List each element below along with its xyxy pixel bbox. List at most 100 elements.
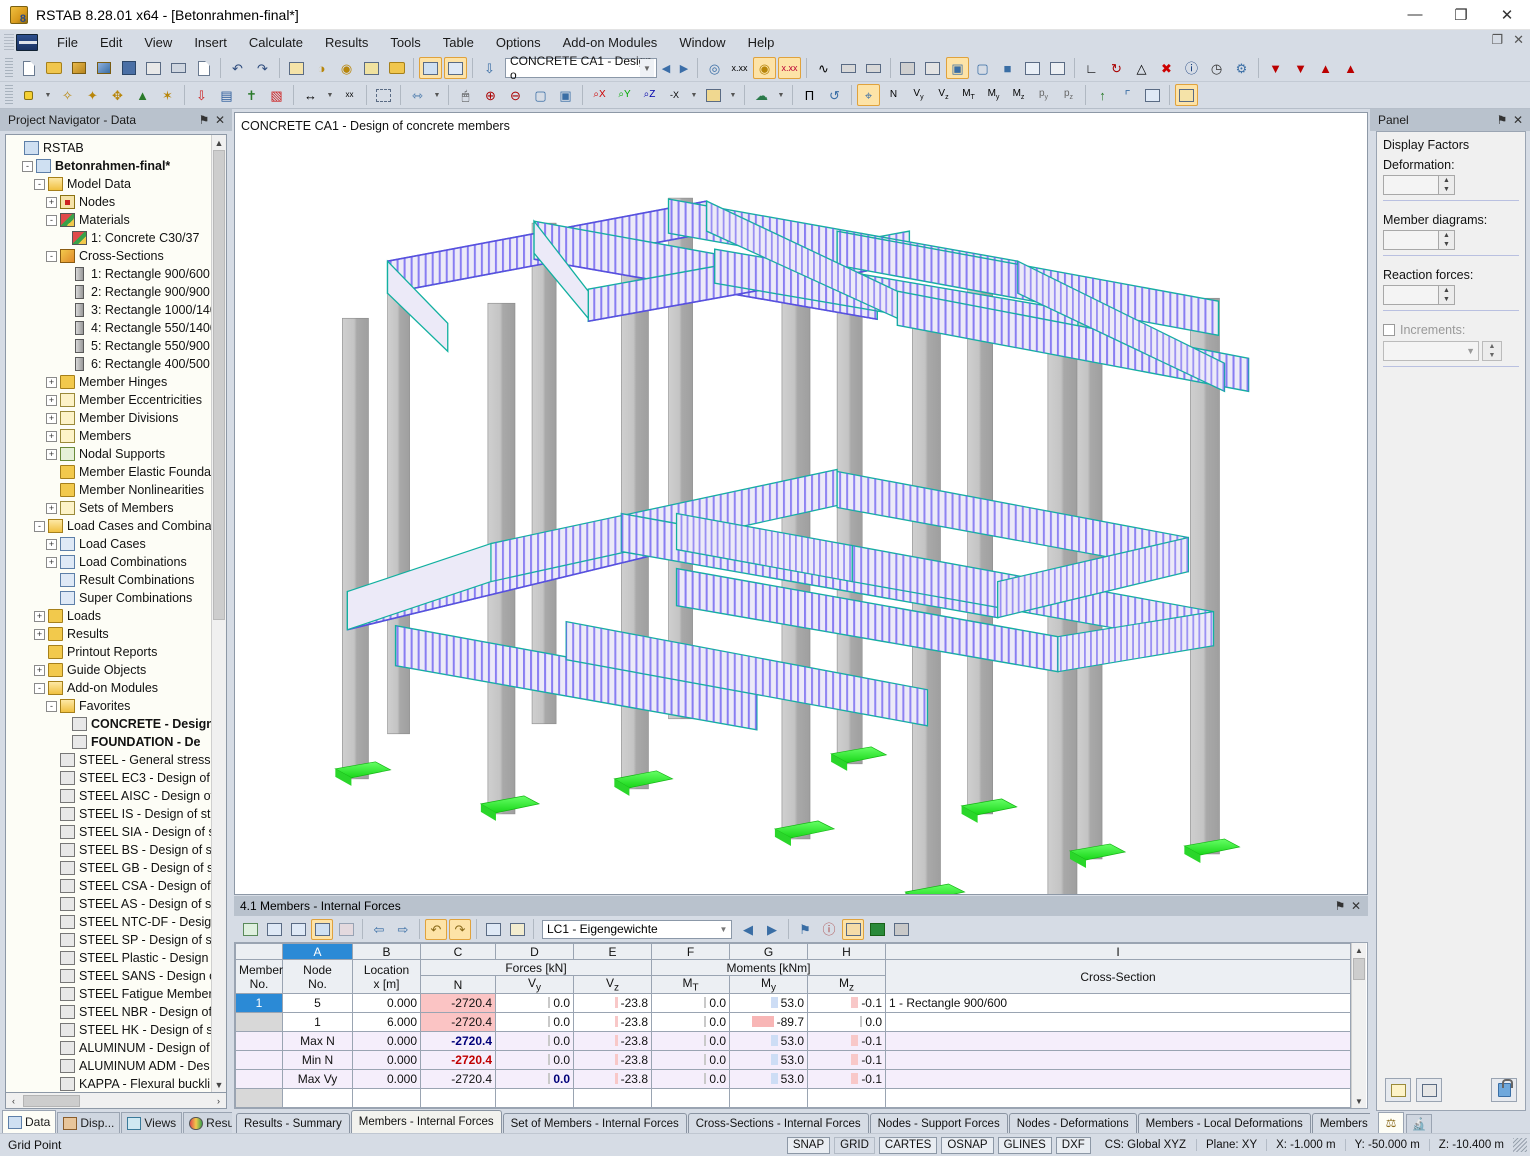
clipboard-icon[interactable] (142, 57, 165, 79)
tree-expander-icon[interactable]: - (46, 250, 57, 262)
tree-expander-icon[interactable]: - (46, 214, 57, 226)
select-window-icon[interactable] (360, 57, 383, 79)
cell-My[interactable]: 53.0 (729, 993, 808, 1014)
column-E[interactable]: E (573, 943, 652, 960)
tree-item-printout-reports[interactable]: Printout Reports (10, 643, 226, 661)
cell-My[interactable]: 53.0 (729, 1031, 808, 1052)
resize-grip[interactable] (1513, 1138, 1527, 1152)
cell-node-no[interactable]: Min N (282, 1050, 353, 1071)
tree-expander-icon[interactable]: + (46, 196, 57, 208)
tree-item-1-concrete-c30-37[interactable]: 1: Concrete C30/37 (10, 229, 226, 247)
spin-down-icon[interactable]: ▼ (1439, 295, 1454, 304)
spin-up-icon[interactable]: ▲ (1483, 342, 1501, 351)
nav-tab-display[interactable]: Disp... (57, 1112, 121, 1133)
row-header[interactable] (235, 1012, 283, 1033)
moment-My-icon[interactable]: My (982, 84, 1005, 106)
cell-location[interactable]: 0.000 (352, 1031, 421, 1052)
new-hinge-icon[interactable]: ✶ (156, 84, 179, 106)
table-colors-icon[interactable] (311, 918, 333, 940)
spin-down-icon[interactable]: ▼ (1439, 240, 1454, 249)
table-pin-icon[interactable]: ⚑ (1332, 898, 1348, 914)
reaction-forces-input[interactable] (1384, 286, 1438, 304)
cell-Vy[interactable]: 0.0 (495, 1050, 574, 1071)
clock-icon[interactable]: ◷ (1205, 57, 1228, 79)
undo-table-icon[interactable]: ↶ (425, 918, 447, 940)
cell-location[interactable]: 0.000 (352, 993, 421, 1014)
render-solid-icon[interactable]: ■ (996, 57, 1019, 79)
tree-item-foundation-de[interactable]: FOUNDATION - De (10, 733, 226, 751)
view-x-icon[interactable]: ⌕X (588, 84, 611, 106)
column-D[interactable]: D (495, 943, 574, 960)
navigator-close-icon[interactable]: ✕ (212, 112, 228, 128)
tree-item-member-divisions[interactable]: + Member Divisions (10, 409, 226, 427)
chevron-down-icon[interactable]: ▼ (640, 59, 654, 77)
tree-item-steel-aisc-design-of[interactable]: STEEL AISC - Design of (10, 787, 226, 805)
menu-addon-modules[interactable]: Add-on Modules (552, 32, 669, 53)
table-tab-nodes-support-forces[interactable]: Nodes - Support Forces (869, 1113, 1008, 1133)
cell-location[interactable]: 0.000 (352, 1069, 421, 1089)
prev-block-icon[interactable]: ⇦ (368, 919, 390, 940)
tree-item-steel-sp-design-of-ste[interactable]: STEEL SP - Design of ste (10, 931, 226, 949)
tree-item-steel-as-design-of-ste[interactable]: STEEL AS - Design of ste (10, 895, 226, 913)
copy-panel-button[interactable] (1416, 1078, 1442, 1102)
view-rotate-icon[interactable]: ◉ (335, 57, 358, 79)
tree-expander-icon[interactable]: + (34, 628, 45, 640)
scrollbar-thumb[interactable] (213, 150, 225, 620)
globe-view-icon[interactable]: ☁ (750, 84, 773, 106)
menu-window[interactable]: Window (668, 32, 736, 53)
zoom-all-icon[interactable]: ▣ (554, 84, 577, 106)
surface-mesh-icon[interactable] (896, 57, 919, 79)
torsion-MT-icon[interactable]: MT (957, 84, 980, 106)
results-grid-body[interactable]: 1 5 0.000 -2720.4 0.0 -23.8 0.0 53.0 -0.1 1 - Rec… (235, 993, 1351, 1108)
deformation-stepper[interactable]: ▲ ▼ (1383, 175, 1455, 195)
open-package-icon[interactable] (67, 57, 90, 79)
render-mode-icon[interactable] (702, 84, 725, 106)
deformation-py-icon[interactable]: py (1032, 84, 1055, 106)
column-F[interactable]: F (651, 943, 730, 960)
tree-item-guide-objects[interactable]: + Guide Objects (10, 661, 226, 679)
tree-item-result-combinations[interactable]: Result Combinations (10, 571, 226, 589)
results-grid-container[interactable]: A B C D E F G H I Member No. Node No. Lo… (234, 942, 1368, 1109)
new-node-icon[interactable] (17, 84, 40, 106)
panel-tab-microscope[interactable]: 🔬 (1406, 1114, 1432, 1133)
globe-dropdown-icon[interactable]: ▼ (775, 84, 787, 106)
table-grid-icon[interactable] (444, 57, 467, 79)
tree-expander-icon[interactable]: + (46, 502, 57, 514)
members-internal-forces-table[interactable]: A B C D E F G H I Member No. Node No. Lo… (235, 943, 1351, 1108)
copy-window-icon[interactable] (385, 57, 408, 79)
print-report-4-icon[interactable]: ▲ (1339, 57, 1362, 79)
tree-item-steel-ec3-design-of-s[interactable]: STEEL EC3 - Design of s (10, 769, 226, 787)
status-flag-glines[interactable]: GLINES (997, 1136, 1052, 1154)
new-line-icon[interactable]: ✥ (106, 84, 129, 106)
tree-expander-icon[interactable]: + (46, 448, 57, 460)
tree-item-member-hinges[interactable]: + Member Hinges (10, 373, 226, 391)
table-diagram-icon[interactable] (335, 919, 357, 940)
table-row[interactable]: 1 5 0.000 -2720.4 0.0 -23.8 0.0 53.0 -0.1 1 - Rec… (235, 993, 1351, 1014)
spin-up-icon[interactable]: ▲ (1439, 231, 1454, 240)
render-shaded-icon[interactable]: ▣ (946, 57, 969, 79)
redo-table-icon[interactable]: ↷ (449, 918, 471, 940)
print-icon[interactable] (167, 57, 190, 79)
cell-cross-section[interactable]: 1 - Rectangle 900/600 (885, 993, 1351, 1014)
table-format-icon[interactable] (842, 918, 864, 940)
support-forces-icon[interactable] (862, 57, 885, 79)
cell-N[interactable]: -2720.4 (420, 1012, 496, 1033)
design-case-combo[interactable]: CONCRETE CA1 - Design o ▼ (505, 54, 657, 82)
tree-item-sets-of-members[interactable]: + Sets of Members (10, 499, 226, 517)
lock-panel-button[interactable] (1491, 1078, 1517, 1102)
cell-cross-section[interactable] (885, 1012, 1351, 1033)
delete-cross-icon[interactable]: ✖ (1155, 57, 1178, 79)
measure-icon[interactable]: ∟ (1080, 57, 1103, 79)
cell-My[interactable]: -89.7 (729, 1012, 808, 1033)
tree-item-4-rectangle-550-1400[interactable]: 4: Rectangle 550/1400 (10, 319, 226, 337)
tree-expander-icon[interactable]: - (34, 178, 45, 190)
close-button[interactable]: ✕ (1484, 0, 1530, 30)
edit-panel-button[interactable] (1385, 1078, 1411, 1102)
printout-report-icon[interactable] (1175, 84, 1198, 106)
calculator-icon[interactable] (890, 919, 912, 940)
tree-item-3-rectangle-1000-140[interactable]: 3: Rectangle 1000/140 (10, 301, 226, 319)
settings-gear-icon[interactable]: ⚙ (1230, 57, 1253, 79)
prev-load-case-icon[interactable]: ◀ (737, 919, 759, 940)
cell-Vz[interactable]: -23.8 (573, 1012, 652, 1033)
view-z-icon[interactable]: ⌕Z (638, 84, 661, 106)
